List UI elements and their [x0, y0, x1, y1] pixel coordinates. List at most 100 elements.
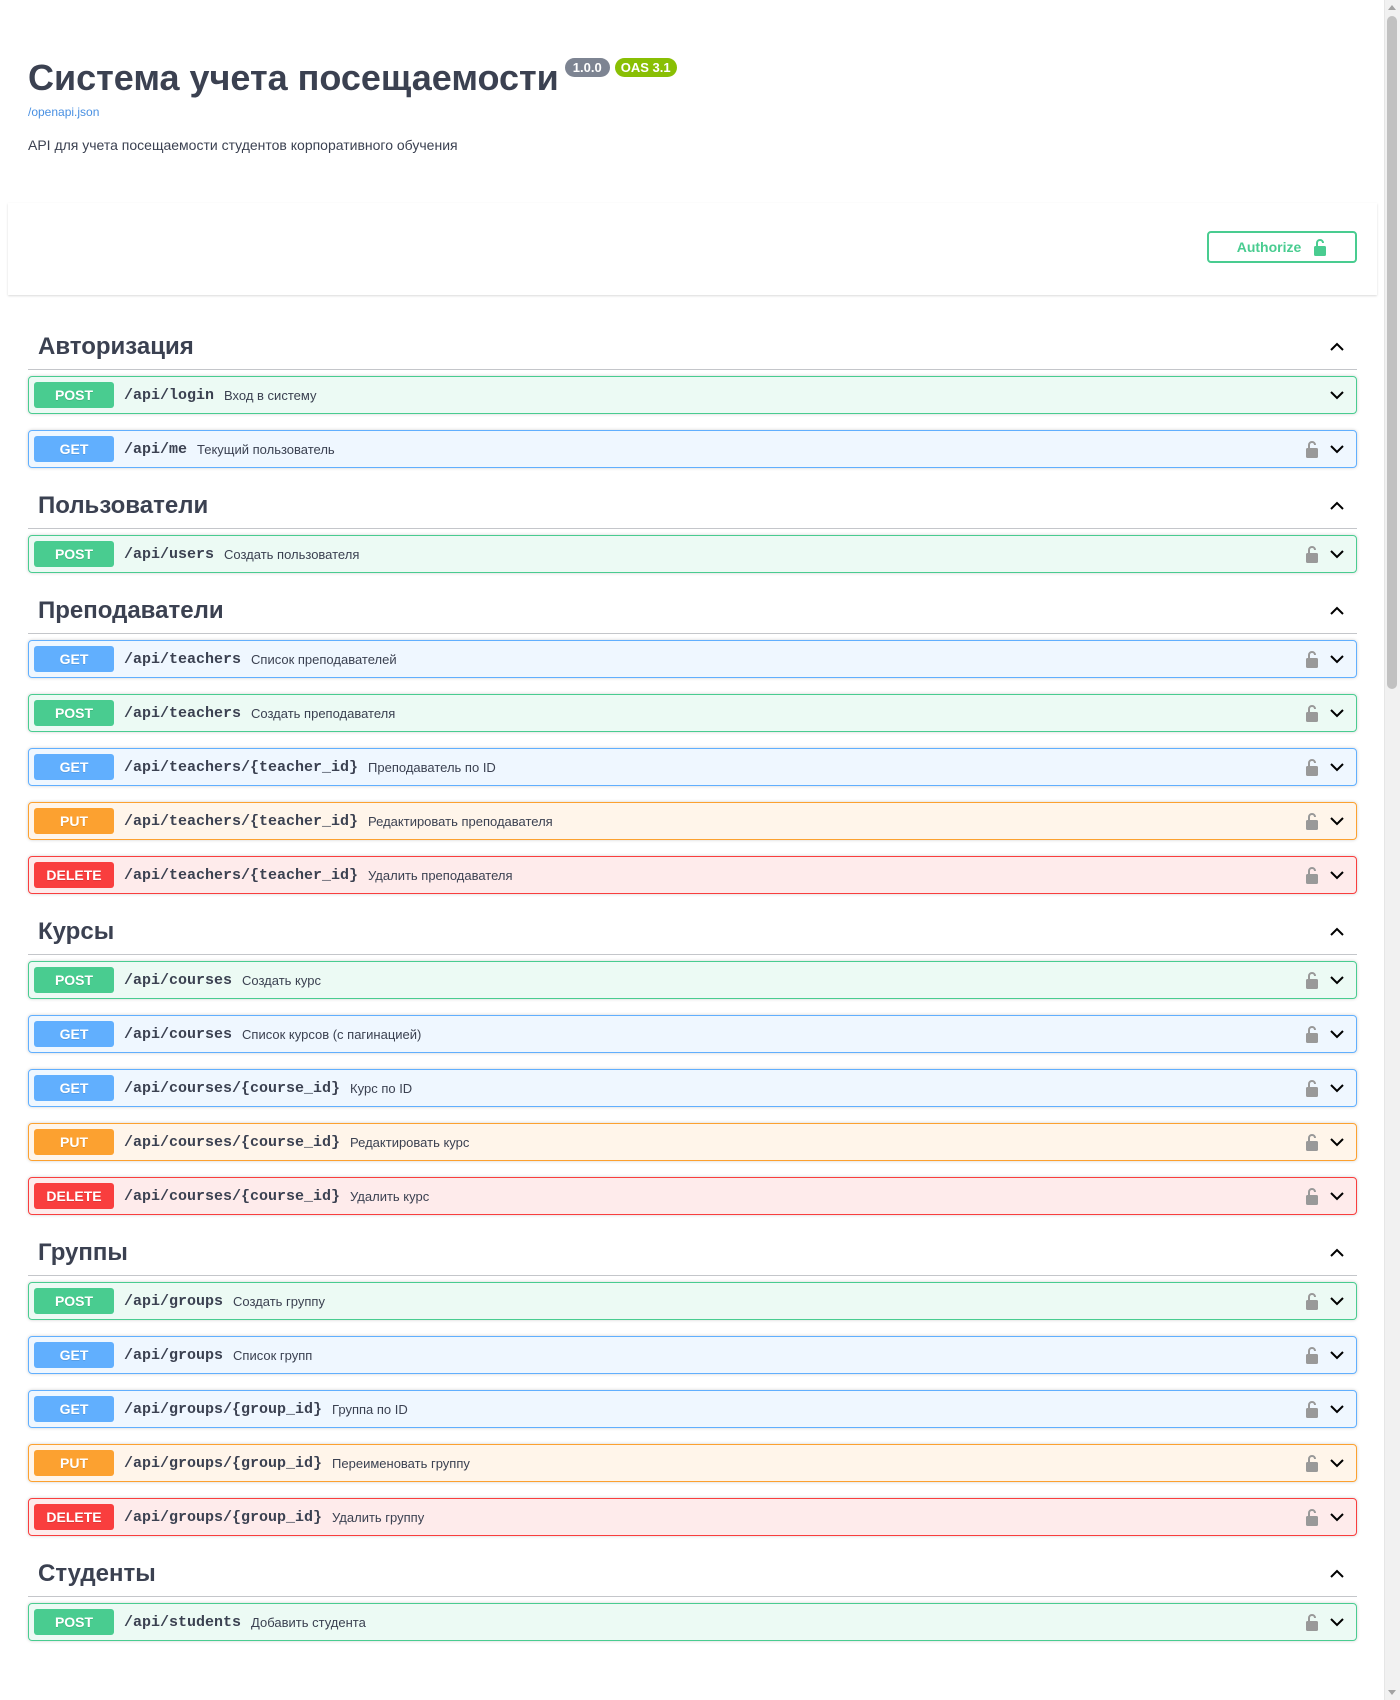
operation-icons	[1305, 1291, 1351, 1311]
operation-get-courses[interactable]: GET/api/courses/{course_id} Курс по ID	[28, 1069, 1357, 1107]
lock-icon[interactable]	[1305, 758, 1319, 776]
lock-icon[interactable]	[1305, 1346, 1319, 1364]
tag-header-users[interactable]: Пользователи	[28, 484, 1357, 529]
tag-header-auth[interactable]: Авторизация	[28, 325, 1357, 370]
method-badge: GET	[34, 1075, 114, 1101]
operation-summary: Курс по ID	[350, 1080, 413, 1096]
lock-icon[interactable]	[1305, 812, 1319, 830]
lock-icon[interactable]	[1305, 971, 1319, 989]
operation-delete-groups[interactable]: DELETE/api/groups/{group_id} Удалить груп…	[28, 1498, 1357, 1536]
lock-icon[interactable]	[1305, 1508, 1319, 1526]
operation-put-groups[interactable]: PUT/api/groups/{group_id} Переименовать г…	[28, 1444, 1357, 1482]
operation-path: /api/students	[124, 1613, 242, 1631]
operation-icons	[1305, 1024, 1351, 1044]
scroll-thumb[interactable]	[1387, 16, 1397, 689]
chevron-down-icon[interactable]	[1327, 1399, 1347, 1419]
operation-post-auth[interactable]: POST/api/login Вход в систему	[28, 376, 1357, 414]
chevron-down-icon[interactable]	[1327, 544, 1347, 564]
operation-get-groups[interactable]: GET/api/groups Список групп	[28, 1336, 1357, 1374]
lock-icon[interactable]	[1305, 1454, 1319, 1472]
operation-delete-teachers[interactable]: DELETE/api/teachers/{teacher_id} Удалить …	[28, 856, 1357, 894]
method-badge: PUT	[34, 1450, 114, 1476]
chevron-up-icon[interactable]	[1327, 1243, 1347, 1263]
operation-post-teachers[interactable]: POST/api/teachers Создать преподавателя	[28, 694, 1357, 732]
method-badge: GET	[34, 436, 114, 462]
operation-icons	[1305, 703, 1351, 723]
operation-path: /api/courses/{course_id}	[124, 1133, 341, 1151]
operation-icons	[1305, 649, 1351, 669]
operation-icons	[1305, 439, 1351, 459]
chevron-down-icon[interactable]	[1327, 811, 1347, 831]
operation-summary: Создать пользователя	[224, 546, 360, 562]
lock-icon[interactable]	[1305, 1613, 1319, 1631]
lock-icon[interactable]	[1305, 1079, 1319, 1097]
scroll-up-arrow-icon[interactable]	[1388, 5, 1396, 10]
chevron-down-icon[interactable]	[1327, 865, 1347, 885]
lock-icon[interactable]	[1305, 1133, 1319, 1151]
tag-header-groups[interactable]: Группы	[28, 1231, 1357, 1276]
scroll-down-arrow-icon[interactable]	[1388, 1690, 1396, 1695]
tag-header-teachers[interactable]: Преподаватели	[28, 589, 1357, 634]
chevron-down-icon[interactable]	[1327, 1186, 1347, 1206]
tag-section-teachers: Преподаватели GET/api/teachers Список преп…	[28, 589, 1357, 894]
operation-summary: Редактировать преподавателя	[368, 813, 553, 829]
chevron-up-icon[interactable]	[1327, 601, 1347, 621]
lock-icon[interactable]	[1305, 704, 1319, 722]
operation-post-groups[interactable]: POST/api/groups Создать группу	[28, 1282, 1357, 1320]
operation-path: /api/teachers	[124, 704, 242, 722]
operation-path: /api/courses/{course_id}	[124, 1079, 341, 1097]
chevron-down-icon[interactable]	[1327, 1453, 1347, 1473]
operation-get-courses[interactable]: GET/api/courses Список курсов (с пагинаци…	[28, 1015, 1357, 1053]
chevron-down-icon[interactable]	[1327, 1612, 1347, 1632]
chevron-down-icon[interactable]	[1327, 1132, 1347, 1152]
chevron-up-icon[interactable]	[1327, 1564, 1347, 1584]
lock-icon[interactable]	[1305, 866, 1319, 884]
chevron-down-icon[interactable]	[1327, 1024, 1347, 1044]
scrollbar[interactable]	[1384, 0, 1400, 1700]
chevron-down-icon[interactable]	[1327, 1507, 1347, 1527]
operation-get-teachers[interactable]: GET/api/teachers Список преподавателей	[28, 640, 1357, 678]
chevron-up-icon[interactable]	[1327, 922, 1347, 942]
chevron-down-icon[interactable]	[1327, 649, 1347, 669]
method-badge: POST	[34, 700, 114, 726]
lock-icon[interactable]	[1305, 1400, 1319, 1418]
operation-get-teachers[interactable]: GET/api/teachers/{teacher_id} Преподавате…	[28, 748, 1357, 786]
operation-get-groups[interactable]: GET/api/groups/{group_id} Группа по ID	[28, 1390, 1357, 1428]
operation-get-auth[interactable]: GET/api/me Текущий пользователь	[28, 430, 1357, 468]
lock-icon[interactable]	[1305, 440, 1319, 458]
chevron-down-icon[interactable]	[1327, 1078, 1347, 1098]
lock-icon[interactable]	[1305, 1025, 1319, 1043]
authorize-button[interactable]: Authorize	[1207, 231, 1357, 263]
chevron-up-icon[interactable]	[1327, 337, 1347, 357]
method-badge: POST	[34, 967, 114, 993]
operation-put-courses[interactable]: PUT/api/courses/{course_id} Редактировать…	[28, 1123, 1357, 1161]
operation-path: /api/groups/{group_id}	[124, 1508, 323, 1526]
method-badge: GET	[34, 1396, 114, 1422]
operation-post-users[interactable]: POST/api/users Создать пользователя	[28, 535, 1357, 573]
lock-icon[interactable]	[1305, 545, 1319, 563]
operation-put-teachers[interactable]: PUT/api/teachers/{teacher_id} Редактирова…	[28, 802, 1357, 840]
chevron-down-icon[interactable]	[1327, 757, 1347, 777]
operations-wrapper: Авторизация POST/api/login Вход в систему G…	[0, 325, 1385, 1641]
lock-icon[interactable]	[1305, 650, 1319, 668]
operation-delete-courses[interactable]: DELETE/api/courses/{course_id} Удалить ку…	[28, 1177, 1357, 1215]
chevron-down-icon[interactable]	[1327, 1345, 1347, 1365]
operation-path: /api/groups/{group_id}	[124, 1454, 323, 1472]
chevron-down-icon[interactable]	[1327, 703, 1347, 723]
tag-header-courses[interactable]: Курсы	[28, 910, 1357, 955]
operation-path: /api/groups	[124, 1292, 224, 1310]
lock-icon[interactable]	[1305, 1187, 1319, 1205]
operation-post-students[interactable]: POST/api/students Добавить студента	[28, 1603, 1357, 1641]
chevron-down-icon[interactable]	[1327, 439, 1347, 459]
tag-name: Студенты	[38, 1560, 156, 1587]
chevron-down-icon[interactable]	[1327, 385, 1347, 405]
chevron-down-icon[interactable]	[1327, 970, 1347, 990]
tag-header-students[interactable]: Студенты	[28, 1552, 1357, 1597]
method-badge: POST	[34, 382, 114, 408]
chevron-up-icon[interactable]	[1327, 496, 1347, 516]
chevron-down-icon[interactable]	[1327, 1291, 1347, 1311]
operation-icons	[1305, 1186, 1351, 1206]
openapi-json-link[interactable]: /openapi.json	[28, 105, 1357, 119]
lock-icon[interactable]	[1305, 1292, 1319, 1310]
operation-post-courses[interactable]: POST/api/courses Создать курс	[28, 961, 1357, 999]
